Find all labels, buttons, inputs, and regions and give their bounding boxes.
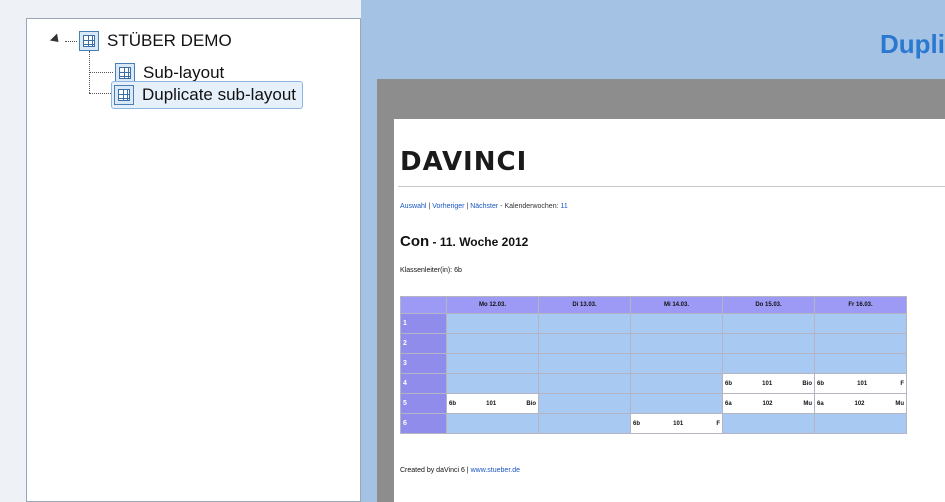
empty-cell (722, 413, 815, 434)
lesson-cell: 6b 101 Bio (446, 393, 539, 414)
table-row: 4 6b 101 Bio 6b 101 F (400, 373, 907, 394)
day-header: Do 15.03. (722, 296, 815, 314)
tree-node-label: Duplicate sub-layout (142, 85, 297, 104)
empty-cell (538, 393, 631, 414)
timetable-header-row: Mo 12.03. Di 13.03. Mi 14.03. Do 15.03. Fr 1… (400, 296, 907, 314)
tree-node-label: Sub-layout (143, 63, 225, 82)
lesson-field: F (900, 380, 904, 387)
timetable-document: DAVINCI Auswahl | Vorheriger | Nächster … (394, 119, 945, 502)
stueber-link[interactable]: www.stueber.de (471, 467, 520, 474)
empty-cell (814, 333, 907, 354)
empty-cell (538, 373, 631, 394)
lesson-field: Mu (803, 400, 812, 407)
week-navigation: Auswahl | Vorheriger | Nächster - Kalend… (400, 203, 568, 210)
lesson-cell: 6b 101 Bio (722, 373, 815, 394)
lesson-field: Bio (802, 380, 812, 387)
lesson-field: 101 (486, 400, 497, 407)
lesson-field: 6b (633, 420, 641, 427)
table-row: 5 6b 101 Bio 6a 102 Mu 6a 102 Mu (400, 393, 907, 414)
day-header: Fr 16.03. (814, 296, 907, 314)
table-row: 6 6b 101 F (400, 413, 907, 434)
lesson-field: 101 (857, 380, 868, 387)
empty-cell (630, 373, 723, 394)
davinci-logo: DAVINCI (400, 147, 528, 177)
class-teacher-info: Klassenleiter(in): 6b (400, 267, 462, 274)
table-row: 3 (400, 353, 907, 374)
day-header: Mi 14.03. (630, 296, 723, 314)
empty-cell (446, 333, 539, 354)
period-number: 1 (400, 313, 447, 334)
empty-cell (722, 313, 815, 334)
vorheriger-link[interactable]: Vorheriger (432, 203, 464, 210)
tree-panel: STÜBER DEMO Sub-layout Duplicate sub-lay… (26, 18, 361, 502)
naechster-link[interactable]: Nächster (470, 203, 498, 210)
empty-cell (446, 413, 539, 434)
lesson-field: Bio (526, 400, 536, 407)
empty-cell (814, 413, 907, 434)
lesson-field: 6b (449, 400, 457, 407)
lesson-field: 6a (725, 400, 732, 407)
auswahl-link[interactable]: Auswahl (400, 203, 426, 210)
teacher-name: Con (400, 233, 430, 250)
empty-cell (446, 313, 539, 334)
divider (398, 186, 945, 187)
lesson-cell: 6b 101 F (814, 373, 907, 394)
lesson-field: 101 (673, 420, 684, 427)
lesson-field: F (716, 420, 720, 427)
week-11-link[interactable]: 11 (560, 203, 567, 210)
lesson-field: 6b (817, 380, 825, 387)
empty-cell (722, 353, 815, 374)
lesson-field: 6a (817, 400, 824, 407)
empty-cell (814, 313, 907, 334)
lesson-field: Mu (895, 400, 904, 407)
day-header: Di 13.03. (538, 296, 631, 314)
empty-cell (630, 313, 723, 334)
tree-node-label: STÜBER DEMO (107, 31, 232, 50)
period-number: 4 (400, 373, 447, 394)
empty-cell (538, 353, 631, 374)
lesson-field: 6b (725, 380, 733, 387)
lesson-cell: 6a 102 Mu (722, 393, 815, 414)
tree-node-root[interactable]: STÜBER DEMO (79, 29, 232, 53)
empty-cell (630, 333, 723, 354)
period-number: 5 (400, 393, 447, 414)
empty-cell (630, 393, 723, 414)
collapse-triangle-icon[interactable] (49, 33, 63, 46)
layout-title: Dupli (880, 29, 945, 59)
empty-cell (722, 333, 815, 354)
timetable-heading: Con - 11. Woche 2012 (400, 233, 528, 250)
period-number: 2 (400, 333, 447, 354)
empty-cell (446, 353, 539, 374)
layout-grid-icon (114, 85, 134, 105)
empty-cell (446, 373, 539, 394)
week-label: - 11. Woche 2012 (429, 235, 529, 249)
empty-cell (630, 353, 723, 374)
layout-grid-icon (115, 63, 135, 83)
lesson-cell: 6b 101 F (630, 413, 723, 434)
table-row: 2 (400, 333, 907, 354)
period-number: 3 (400, 353, 447, 374)
lesson-field: 101 (762, 380, 773, 387)
lesson-field: 102 (762, 400, 773, 407)
empty-cell (538, 413, 631, 434)
period-number: 6 (400, 413, 447, 434)
lesson-cell: 6a 102 Mu (814, 393, 907, 414)
layout-grid-icon (79, 31, 99, 51)
table-row: 1 (400, 313, 907, 334)
footer: Created by daVinci 6 | www.stueber.de (400, 467, 520, 474)
lesson-field: 102 (854, 400, 865, 407)
tree-node-duplicate-sub-layout[interactable]: Duplicate sub-layout (111, 81, 304, 109)
empty-cell (538, 333, 631, 354)
empty-cell (814, 353, 907, 374)
timetable: Mo 12.03. Di 13.03. Mi 14.03. Do 15.03. Fr 1… (400, 296, 907, 434)
day-header: Mo 12.03. (446, 296, 539, 314)
empty-cell (538, 313, 631, 334)
